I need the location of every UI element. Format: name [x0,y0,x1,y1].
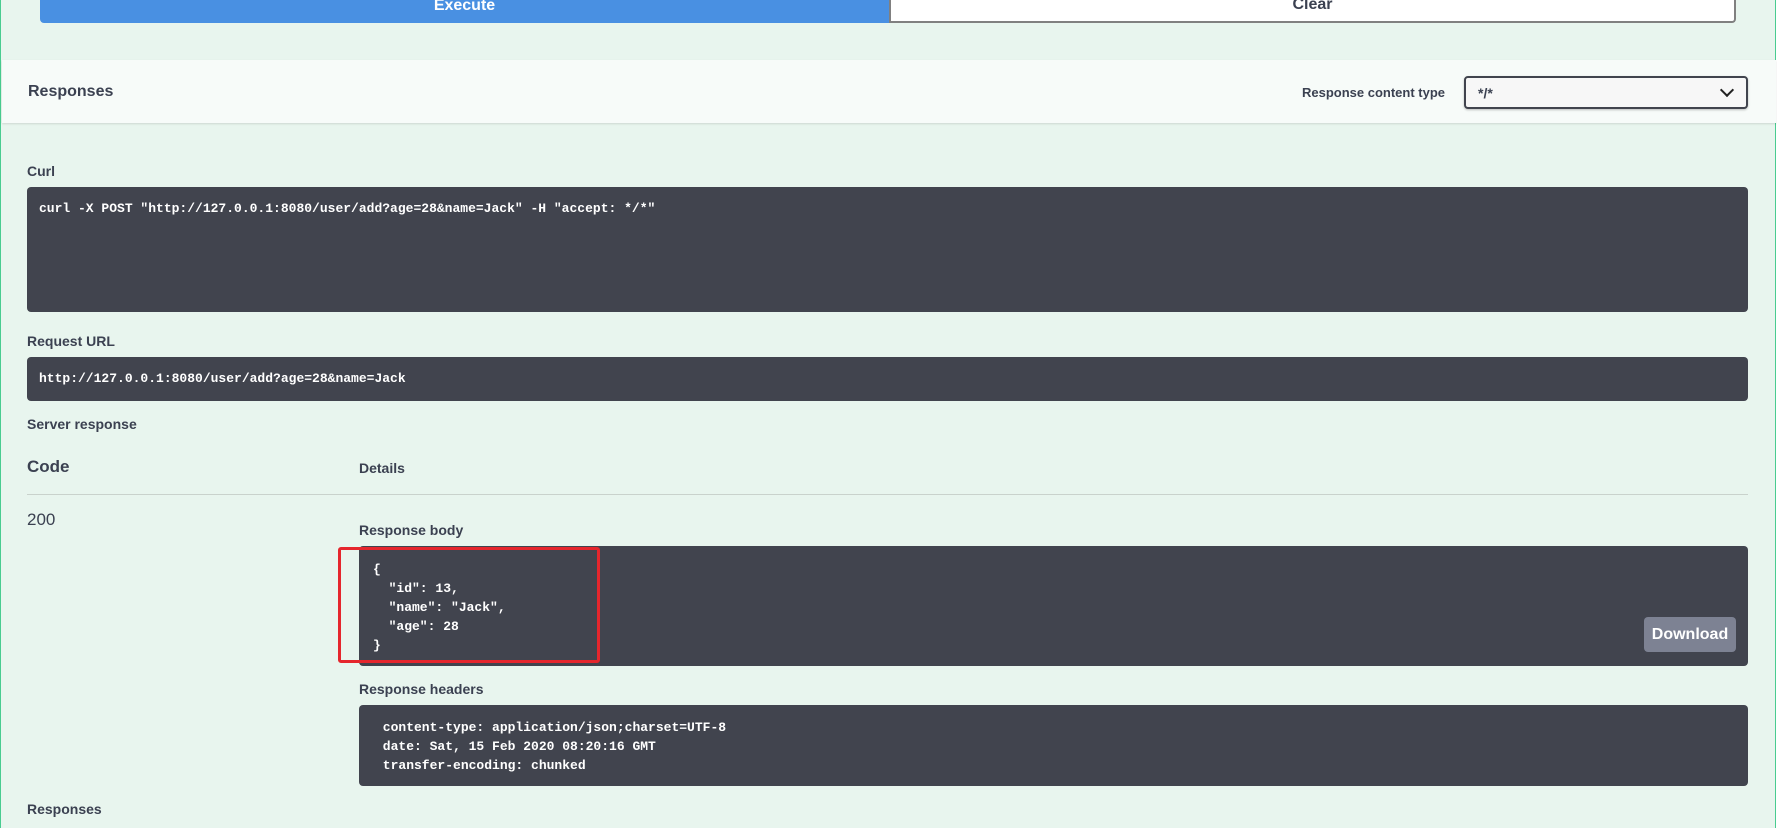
execute-wrapper: Execute Clear [40,0,1736,24]
table-divider [27,494,1748,495]
download-button[interactable]: Download [1644,617,1736,652]
responses-header: Responses Response content type */* [2,60,1776,123]
response-content-type-select[interactable]: */* [1464,76,1748,109]
response-headers-label: Response headers [359,681,484,697]
details-column-header: Details [359,460,405,476]
response-status-code: 200 [27,510,56,529]
code-column-header: Code [27,457,70,476]
clear-button[interactable]: Clear [889,0,1736,23]
request-url-label: Request URL [27,333,115,349]
annotation-highlight-box [338,547,600,663]
responses-footer-label: Responses [27,801,102,817]
server-response-label: Server response [27,416,137,432]
response-body-label: Response body [359,522,464,538]
request-url-box[interactable]: http://127.0.0.1:8080/user/add?age=28&na… [27,357,1748,401]
execute-button[interactable]: Execute [40,0,889,23]
response-content-type-value: */* [1478,85,1493,101]
curl-label: Curl [27,163,55,179]
response-content-type-label: Response content type [1302,85,1446,100]
responses-title: Responses [28,83,114,100]
chevron-down-icon [1719,82,1735,98]
response-headers-box[interactable]: content-type: application/json;charset=U… [359,705,1748,786]
post-operation-block: Execute Clear Responses Response content… [0,0,1776,828]
curl-command-box[interactable]: curl -X POST "http://127.0.0.1:8080/user… [27,187,1748,312]
